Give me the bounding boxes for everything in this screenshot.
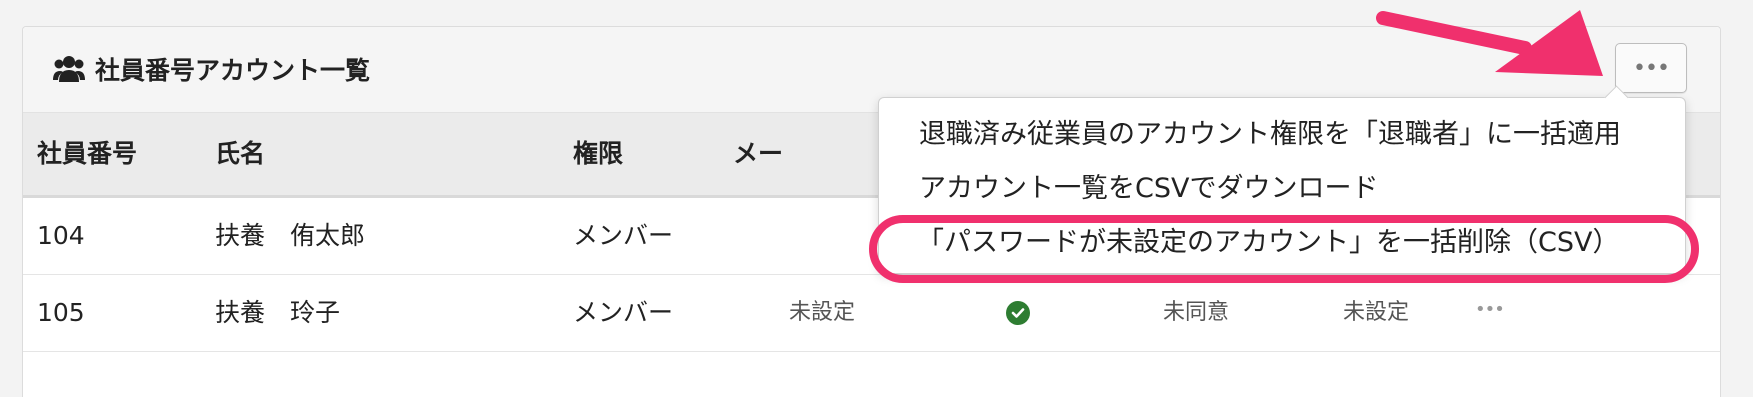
table-row: 105 扶養 玲子 メンバー 未設定 未同意 未設定 ••• <box>23 275 1720 352</box>
cell-employee-id: 105 <box>37 298 85 327</box>
row-more-icon[interactable]: ••• <box>1475 275 1505 351</box>
cell-employee-id: 104 <box>37 221 85 250</box>
column-header-role[interactable]: 権限 <box>573 113 623 195</box>
cell-role: メンバー <box>573 298 674 327</box>
more-options-button[interactable]: ••• <box>1615 43 1687 93</box>
column-header-name[interactable]: 氏名 <box>215 113 265 195</box>
cell-name[interactable]: 扶養 侑太郎 <box>215 198 365 274</box>
column-header-email[interactable]: メー <box>733 113 783 195</box>
cell-name[interactable]: 扶養 玲子 <box>215 275 340 351</box>
column-header-employee-id[interactable]: 社員番号 <box>37 113 137 195</box>
menu-item-bulk-delete-csv[interactable]: 「パスワードが未設定のアカウント」を一括削除（CSV） <box>917 218 1619 268</box>
cell-password-status: 未設定 <box>1343 300 1410 325</box>
cell-role: メンバー <box>573 221 674 250</box>
cell-agreement-status: 未同意 <box>1163 300 1230 325</box>
ellipsis-icon: ••• <box>1633 55 1670 81</box>
menu-item-download-csv[interactable]: アカウント一覧をCSVでダウンロード <box>919 164 1378 214</box>
menu-item-apply-retired-role[interactable]: 退職済み従業員のアカウント権限を「退職者」に一括適用 <box>919 110 1621 160</box>
panel-title-text: 社員番号アカウント一覧 <box>95 56 371 85</box>
more-options-dropdown: 退職済み従業員のアカウント権限を「退職者」に一括適用 アカウント一覧をCSVでダ… <box>878 97 1686 274</box>
users-icon <box>53 55 85 83</box>
cell-email-status: 未設定 <box>789 300 856 325</box>
panel-title: 社員番号アカウント一覧 <box>53 49 370 89</box>
check-circle-icon <box>1006 301 1030 325</box>
